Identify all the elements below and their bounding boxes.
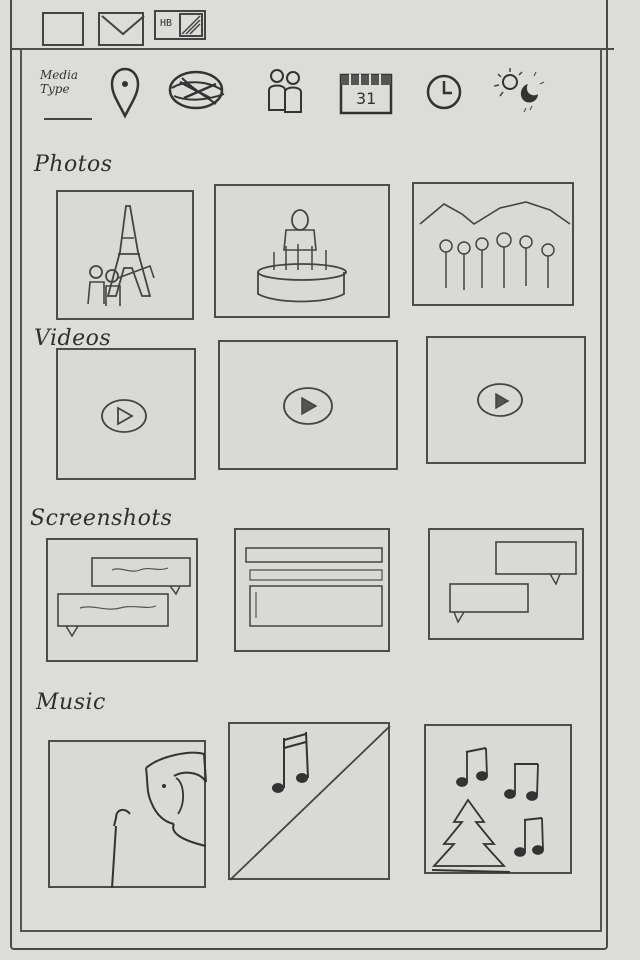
section-title-photos: Photos <box>34 152 113 177</box>
section-title-music: Music <box>36 690 106 715</box>
calendar-day: 31 <box>356 89 377 108</box>
music-thumbnail-notes-split[interactable] <box>228 722 391 881</box>
location-pin-icon[interactable] <box>108 66 142 132</box>
music-thumbnail-christmas[interactable] <box>424 724 572 874</box>
screenshot-thumbnail-chat-1[interactable] <box>46 538 198 662</box>
music-thumbnail-singer[interactable] <box>48 740 207 889</box>
people-icon[interactable] <box>264 66 306 132</box>
screenshot-thumbnail-document[interactable] <box>234 528 390 652</box>
play-icon <box>101 399 147 433</box>
calendar-icon[interactable]: 31 <box>338 72 394 138</box>
photo-thumbnail-birthday-cake[interactable] <box>214 184 390 318</box>
video-thumbnail-3[interactable] <box>426 336 586 464</box>
photo-thumbnail-eiffel-tower[interactable] <box>56 190 194 320</box>
video-thumbnail-2[interactable] <box>218 340 398 470</box>
section-title-screenshots: Screenshots <box>30 506 173 531</box>
media-type-active-indicator <box>44 118 92 120</box>
photo-thumbnail-group-mountains[interactable] <box>412 182 574 306</box>
video-thumbnail-1[interactable] <box>56 348 196 480</box>
weather-icon[interactable] <box>488 62 548 128</box>
media-type-filter-label[interactable]: Media Type <box>40 68 92 96</box>
screenshot-thumbnail-chat-2[interactable] <box>428 528 584 640</box>
globe-icon[interactable] <box>162 68 234 134</box>
clock-icon[interactable] <box>424 72 464 138</box>
